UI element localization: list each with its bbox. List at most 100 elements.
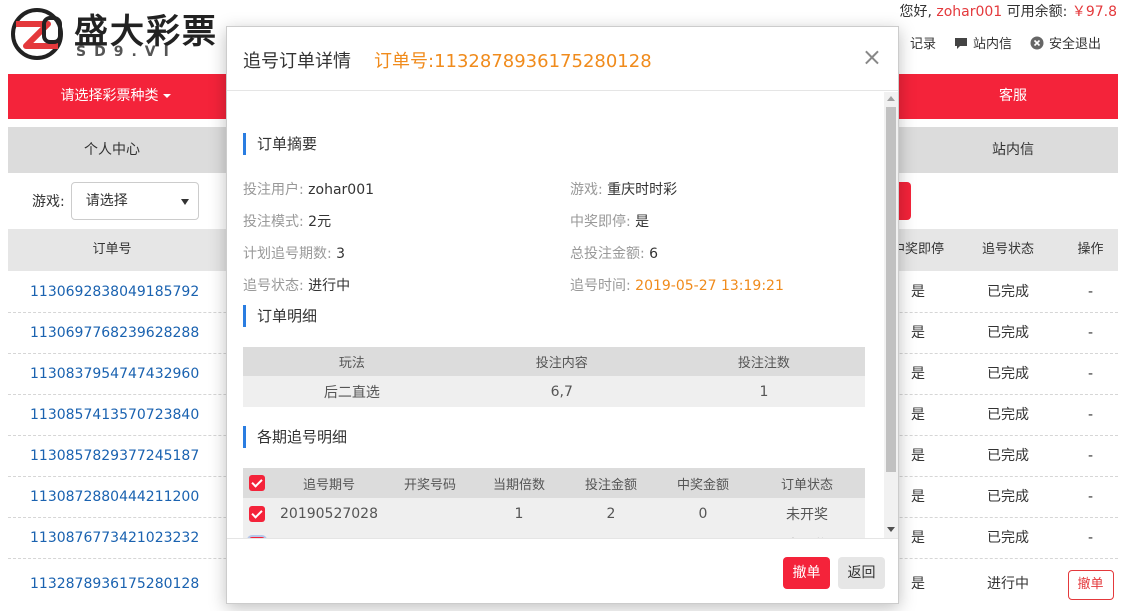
info-game-value: 重庆时时彩 [607, 182, 678, 198]
logo-mark-icon [11, 8, 63, 60]
op-cell: 撤单 [1063, 569, 1118, 600]
select-all-checkbox[interactable] [249, 475, 265, 491]
tab-inbox[interactable]: 站内信 [938, 127, 1088, 173]
game-filter: 游戏: 请选择 [32, 182, 199, 220]
col-draw: 开奖号码 [387, 468, 473, 498]
username-link[interactable]: zohar001 [936, 4, 1002, 20]
scroll-down-icon[interactable] [887, 527, 895, 532]
greeting: 您好, [899, 4, 932, 20]
lottery-type-label: 请选择彩票种类 [60, 88, 159, 104]
scroll-thumb[interactable] [886, 107, 896, 472]
caret-down-icon [162, 94, 171, 98]
cancel-order-button[interactable]: 撤单 [783, 557, 830, 589]
issue-cell: 20190527028 [271, 498, 387, 529]
modal-title: 追号订单详情 [243, 51, 351, 72]
nav-service[interactable]: 客服 [958, 74, 1068, 119]
game-filter-label: 游戏: [32, 194, 65, 210]
stop-cell: 是 [911, 366, 925, 382]
site-logo[interactable]: 盛大彩票 SD9.VI [8, 4, 248, 64]
info-status-value: 进行中 [308, 278, 351, 294]
info-game-label: 游戏: [570, 182, 603, 198]
stop-cell: 是 [911, 407, 925, 423]
row-cancel-button[interactable]: 撤单 [1067, 570, 1114, 600]
order-link[interactable]: 1130872880444211200 [30, 477, 199, 518]
draw-cell [387, 498, 473, 529]
section-period-detail: 各期追号明细 [243, 426, 347, 448]
order-link[interactable]: 1132878936175280128 [30, 559, 199, 609]
select-arrow-icon [180, 199, 189, 205]
info-time-label: 追号时间: [570, 278, 631, 294]
order-link[interactable]: 1130692838049185792 [30, 272, 199, 313]
lottery-type-dropdown[interactable]: 请选择彩票种类 [8, 74, 223, 119]
message-icon [954, 37, 967, 49]
col-status: 追号状态 [981, 242, 1034, 257]
info-mode: 投注模式: 2元 [243, 211, 331, 231]
back-button[interactable]: 返回 [838, 557, 885, 589]
col-order-status: 订单状态 [749, 468, 865, 498]
close-icon[interactable]: × [862, 43, 882, 71]
balance-label: 可用余额: [1006, 4, 1072, 20]
status-cell: 已完成 [987, 489, 1029, 505]
status-cell: 已完成 [987, 325, 1029, 341]
content-cell: 6,7 [460, 376, 663, 407]
info-status: 追号状态: 进行中 [243, 275, 350, 295]
order-status-cell: 未开奖 [749, 529, 865, 538]
tab-personal-center[interactable]: 个人中心 [8, 127, 216, 173]
stop-cell: 是 [911, 325, 925, 341]
draw-cell [387, 529, 473, 538]
stop-cell: 是 [911, 448, 925, 464]
logout-link[interactable]: 安全退出 [1030, 33, 1101, 52]
info-mode-label: 投注模式: [243, 214, 304, 230]
op-cell: - [1087, 489, 1094, 505]
info-total: 总投注金额: 6 [570, 243, 658, 263]
multiple-cell: 1 [473, 529, 565, 538]
col-order-no: 订单号 [92, 242, 132, 257]
stop-cell: 是 [911, 489, 925, 505]
row-checkbox[interactable] [249, 505, 265, 522]
info-periods-value: 3 [336, 246, 346, 262]
top-links: 记录 站内信 安全退出 [910, 33, 1101, 52]
op-cell: - [1087, 284, 1094, 300]
modal-scrollbar[interactable] [884, 92, 898, 538]
modal-body: 订单摘要 投注用户: zohar001 游戏: 重庆时时彩 投注模式: 2元 中… [227, 92, 900, 538]
order-link[interactable]: 1130697768239628288 [30, 313, 199, 354]
status-cell: 已完成 [987, 284, 1029, 300]
win-cell: 0 [657, 498, 749, 529]
modal-footer: 撤单 返回 [227, 538, 898, 604]
info-periods-label: 计划追号期数: [243, 246, 332, 262]
info-time-value: 2019-05-27 13:19:21 [635, 278, 784, 294]
close-circle-icon [1030, 36, 1044, 49]
records-label: 记录 [909, 37, 936, 52]
issue-cell: 20190527029 [271, 529, 387, 538]
scroll-up-icon[interactable] [887, 96, 895, 101]
count-cell: 1 [662, 376, 865, 407]
amount-cell: 2 [565, 498, 657, 529]
status-cell: 已完成 [987, 407, 1029, 423]
op-cell: - [1087, 530, 1094, 546]
records-link[interactable]: 记录 [910, 33, 936, 52]
info-user-value: zohar001 [308, 182, 375, 198]
play-cell: 后二直选 [243, 376, 461, 407]
game-select[interactable]: 请选择 [70, 182, 199, 220]
op-cell: - [1087, 448, 1094, 464]
col-content: 投注内容 [460, 347, 663, 376]
stop-cell: 是 [911, 284, 925, 300]
order-link[interactable]: 1130876773421023232 [30, 518, 199, 559]
order-link[interactable]: 1130837954747432960 [30, 354, 199, 395]
col-issue: 追号期号 [271, 468, 387, 498]
info-time: 追号时间: 2019-05-27 13:19:21 [570, 275, 784, 295]
col-amount: 投注金额 [565, 468, 657, 498]
order-link[interactable]: 1130857829377245187 [30, 436, 199, 477]
multiple-cell: 1 [473, 498, 565, 529]
info-stop-on-win: 中奖即停: 是 [570, 211, 649, 231]
balance-value: ￥97.8 [1071, 4, 1117, 20]
row-check-cell [243, 498, 271, 529]
table-row: 20190527029 1 2 0 未开奖 [243, 529, 865, 538]
order-link[interactable]: 1130857413570723840 [30, 395, 199, 436]
info-stop-label: 中奖即停: [570, 214, 631, 230]
stop-cell: 是 [911, 530, 925, 546]
col-op: 操作 [1077, 242, 1104, 257]
inbox-link[interactable]: 站内信 [954, 33, 1012, 52]
period-table: 追号期号 开奖号码 当期倍数 投注金额 中奖金额 订单状态 2019052702… [243, 468, 865, 538]
game-select-value: 请选择 [85, 193, 128, 209]
